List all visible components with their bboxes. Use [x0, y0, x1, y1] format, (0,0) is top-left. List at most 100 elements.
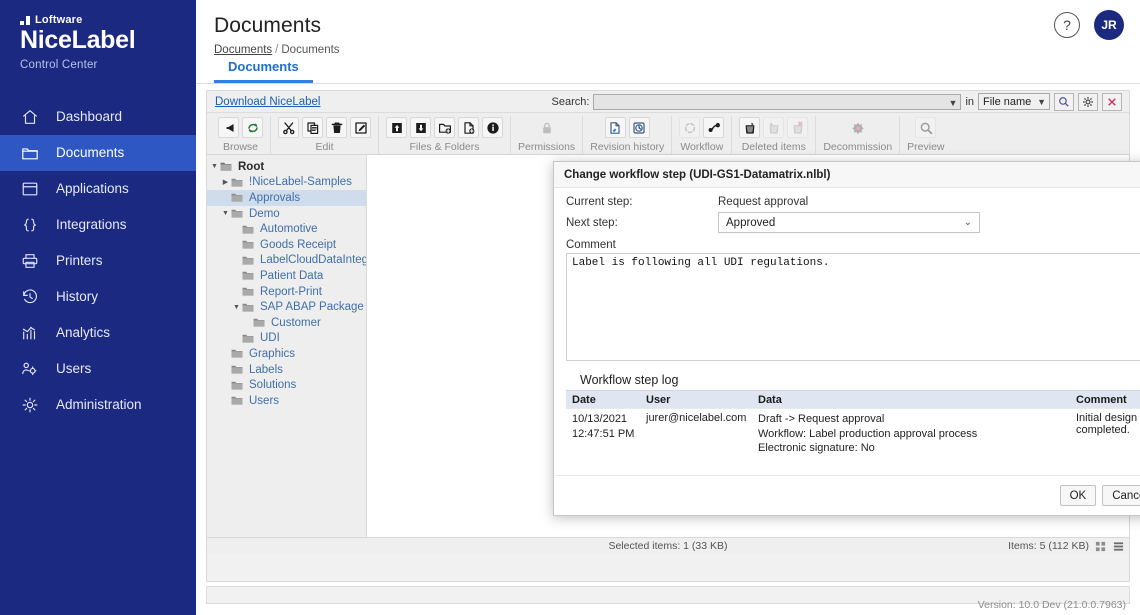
tree-node[interactable]: Report-Print	[207, 284, 366, 300]
ribbon-button-info[interactable]	[482, 117, 503, 138]
sidebar-item-history[interactable]: History	[0, 279, 196, 315]
ribbon-group-buttons	[278, 116, 371, 139]
tree-node-label: Demo	[249, 207, 280, 220]
sidebar-item-documents[interactable]: Documents	[0, 134, 196, 171]
tree-node[interactable]: UDI	[207, 331, 366, 347]
sidebar-item-label: Printers	[56, 252, 103, 268]
tree-node[interactable]: ▼ SAP ABAP Package	[207, 299, 366, 315]
lock-icon	[542, 122, 551, 133]
search-settings-button[interactable]	[1078, 92, 1098, 111]
twisty-down-icon[interactable]: ▼	[220, 210, 231, 217]
loftware-wordmark: Loftware	[35, 14, 83, 26]
ribbon-button-preview-magnifier[interactable]	[915, 117, 937, 138]
tree-node[interactable]: Automotive	[207, 221, 366, 237]
scissors-icon	[282, 121, 294, 134]
ribbon-button-workflow-step[interactable]	[703, 117, 725, 138]
comment-value: Label is following all UDI regulations.	[572, 257, 830, 269]
ribbon-button-download[interactable]	[410, 117, 431, 138]
search-scope-select[interactable]: File name ▼	[978, 93, 1050, 110]
ribbon-button-workflow-cycle[interactable]	[679, 117, 701, 138]
sidebar-item-dashboard[interactable]: Dashboard	[0, 99, 196, 135]
twisty-down-icon[interactable]: ▼	[209, 163, 220, 170]
ok-button[interactable]: OK	[1059, 485, 1097, 506]
folder-icon	[253, 317, 267, 328]
sidebar-item-applications[interactable]: Applications	[0, 171, 196, 207]
search-input[interactable]: ▼	[593, 93, 962, 110]
tile-view-icon[interactable]	[1094, 540, 1107, 552]
tree-node[interactable]: ▼ Demo	[207, 206, 366, 222]
avatar[interactable]: JR	[1094, 10, 1124, 40]
download-nicelabel-link[interactable]: Download NiceLabel	[215, 96, 320, 108]
tree-node[interactable]: Goods Receipt	[207, 237, 366, 253]
ribbon-button-history-clock[interactable]	[628, 117, 650, 138]
tree-node-label: Root	[238, 160, 265, 173]
ribbon-group-buttons	[386, 116, 503, 139]
sidebar-item-label: Analytics	[56, 324, 111, 340]
tree-node[interactable]: Graphics	[207, 346, 366, 362]
trash-icon	[331, 122, 342, 133]
tree-node[interactable]: ▼ Root	[207, 159, 366, 175]
sidebar-item-integrations[interactable]: Integrations	[0, 207, 196, 243]
ribbon-group-files-folders: Files & Folders	[379, 116, 511, 154]
sidebar-item-analytics[interactable]: Analytics	[0, 315, 196, 351]
ribbon-button-lock[interactable]	[536, 117, 557, 138]
folder-icon	[20, 143, 40, 163]
ribbon-button-purge-item[interactable]	[787, 117, 809, 138]
folder-icon	[231, 177, 245, 188]
status-bar: Selected items: 1 (33 KB) Items: 5 (112 …	[207, 537, 1129, 554]
refresh-icon	[247, 122, 258, 133]
tree-node[interactable]: Patient Data	[207, 268, 366, 284]
ribbon-group-buttons	[915, 116, 937, 139]
folder-tree: ▼ Root ▶ !NiceLabel-Samples Approvals ▼ Demo Au…	[207, 155, 367, 537]
search-clear-button[interactable]	[1102, 92, 1122, 111]
cancel-button[interactable]: Cancel	[1102, 485, 1140, 506]
next-step-select[interactable]: Approved ⌄	[718, 212, 980, 233]
twisty-down-icon[interactable]: ▼	[231, 304, 242, 311]
ribbon-group-deleted-items: Deleted items	[732, 116, 817, 154]
folder-icon	[220, 161, 234, 172]
table-row[interactable]: 10/13/2021 12:47:51 PM jurer@nicelabel.c…	[566, 408, 1140, 462]
ribbon-button-new-file[interactable]	[458, 117, 479, 138]
sidebar-item-administration[interactable]: Administration	[0, 387, 196, 423]
ribbon-button-back-arrow[interactable]	[218, 117, 239, 138]
ribbon-button-restore-item[interactable]	[763, 117, 785, 138]
status-right: Items: 5 (112 KB)	[1008, 540, 1129, 552]
tree-node[interactable]: Approvals	[207, 190, 366, 206]
search-go-button[interactable]	[1054, 92, 1074, 111]
app-root: Loftware NiceLabel Control Center Dashbo…	[0, 0, 1140, 615]
loftware-mark-icon	[20, 15, 31, 25]
tab-bar: Documents	[196, 52, 1140, 84]
tree-node[interactable]: Users	[207, 393, 366, 409]
sidebar-item-printers[interactable]: Printers	[0, 243, 196, 279]
tree-node[interactable]: LabelCloudDataIntegrat	[207, 253, 366, 269]
tree-node[interactable]: ▶ !NiceLabel-Samples	[207, 175, 366, 191]
ribbon-button-new-folder[interactable]	[434, 117, 455, 138]
chevron-down-icon: ▼	[1037, 97, 1046, 107]
bar-chart-icon	[20, 323, 40, 343]
ribbon-button-upload[interactable]	[386, 117, 407, 138]
ribbon-button-decommission[interactable]	[847, 117, 868, 138]
twisty-right-icon[interactable]: ▶	[220, 178, 231, 186]
brand-block: Loftware NiceLabel Control Center	[0, 0, 196, 71]
ribbon-group-label: Files & Folders	[409, 141, 480, 153]
tree-node[interactable]: Solutions	[207, 377, 366, 393]
ribbon-button-trash[interactable]	[326, 117, 347, 138]
tree-node[interactable]: Labels	[207, 362, 366, 378]
printer-icon	[20, 251, 40, 271]
current-step-label: Current step:	[566, 196, 633, 208]
ribbon-button-scissors[interactable]	[278, 117, 299, 138]
tab-documents[interactable]: Documents	[214, 52, 313, 83]
tree-node[interactable]: Customer	[207, 315, 366, 331]
question-circle-icon[interactable]: ?	[1054, 12, 1080, 38]
ribbon-button-refresh[interactable]	[242, 117, 263, 138]
ribbon-button-copy[interactable]	[302, 117, 323, 138]
folder-icon	[242, 270, 256, 281]
ribbon-group-buttons	[739, 116, 809, 139]
ribbon-button-delete-permanently[interactable]	[739, 117, 761, 138]
ribbon-group-buttons	[679, 116, 725, 139]
comment-textarea[interactable]: Label is following all UDI regulations.	[566, 253, 1140, 361]
sidebar-item-users[interactable]: Users	[0, 351, 196, 387]
list-view-icon[interactable]	[1112, 540, 1125, 552]
ribbon-button-document-revision[interactable]	[604, 117, 626, 138]
ribbon-button-rename-edit[interactable]	[350, 117, 371, 138]
